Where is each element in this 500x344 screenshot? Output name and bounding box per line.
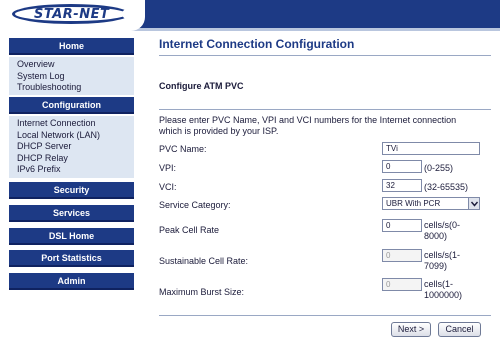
cancel-button[interactable]: Cancel <box>438 322 481 337</box>
form-footer-divider <box>159 315 491 316</box>
vpi-label: VPI: <box>159 163 177 173</box>
sidebar-section-port-statistics[interactable]: Port Statistics <box>9 250 134 267</box>
intro-text: Please enter PVC Name, VPI and VCI numbe… <box>159 115 457 136</box>
main-content: Internet Connection Configuration Config… <box>145 31 500 344</box>
service-category-value: UBR With PCR <box>386 199 441 208</box>
pvc-name-input[interactable] <box>382 142 480 155</box>
vci-label: VCI: <box>159 182 177 192</box>
sidebar-item-internet-connection[interactable]: Internet Connection <box>17 118 134 130</box>
sidebar: Home Overview System Log Troubleshooting… <box>0 31 145 344</box>
section-title: Configure ATM PVC <box>159 81 244 91</box>
sidebar-item-troubleshooting[interactable]: Troubleshooting <box>17 82 134 94</box>
vci-input[interactable] <box>382 179 422 192</box>
sustainable-cell-rate-hint: cells/s(1-7099) <box>424 250 461 271</box>
sidebar-section-admin[interactable]: Admin <box>9 273 134 290</box>
page-title: Internet Connection Configuration <box>159 37 355 51</box>
service-category-label: Service Category: <box>159 200 231 210</box>
brand-name: STAR-NET <box>34 7 110 22</box>
max-burst-size-label: Maximum Burst Size: <box>159 287 245 297</box>
max-burst-size-input[interactable] <box>382 278 422 291</box>
chevron-down-icon[interactable] <box>468 198 479 209</box>
sidebar-home-panel: Overview System Log Troubleshooting <box>9 57 134 95</box>
sidebar-section-dsl-home[interactable]: DSL Home <box>9 228 134 245</box>
sidebar-section-services[interactable]: Services <box>9 205 134 222</box>
sidebar-section-home[interactable]: Home <box>9 38 134 55</box>
sidebar-item-system-log[interactable]: System Log <box>17 71 134 83</box>
peak-cell-rate-input[interactable] <box>382 219 422 232</box>
sidebar-item-local-network[interactable]: Local Network (LAN) <box>17 130 134 142</box>
service-category-select[interactable]: UBR With PCR <box>382 197 480 210</box>
sidebar-item-ipv6-prefix[interactable]: IPv6 Prefix <box>17 164 134 176</box>
next-button[interactable]: Next > <box>391 322 431 337</box>
sidebar-section-configuration[interactable]: Configuration <box>9 97 134 114</box>
pvc-name-label: PVC Name: <box>159 144 207 154</box>
sidebar-item-overview[interactable]: Overview <box>17 59 134 71</box>
sustainable-cell-rate-input[interactable] <box>382 249 422 262</box>
vpi-range-hint: (0-255) <box>424 163 454 173</box>
peak-cell-rate-hint: cells/s(0-8000) <box>424 220 461 241</box>
sidebar-configuration-panel: Internet Connection Local Network (LAN) … <box>9 116 134 178</box>
sustainable-cell-rate-label: Sustainable Cell Rate: <box>159 256 249 266</box>
sidebar-section-security[interactable]: Security <box>9 182 134 199</box>
title-divider <box>159 55 491 56</box>
section-divider <box>159 109 491 110</box>
vci-range-hint: (32-65535) <box>424 182 469 192</box>
sidebar-item-dhcp-server[interactable]: DHCP Server <box>17 141 134 153</box>
vpi-input[interactable] <box>382 160 422 173</box>
sidebar-item-dhcp-relay[interactable]: DHCP Relay <box>17 153 134 165</box>
max-burst-size-hint: cells(1-1000000) <box>424 279 463 300</box>
brand-logo: STAR-NET <box>0 0 145 31</box>
peak-cell-rate-label: Peak Cell Rate <box>159 225 220 235</box>
